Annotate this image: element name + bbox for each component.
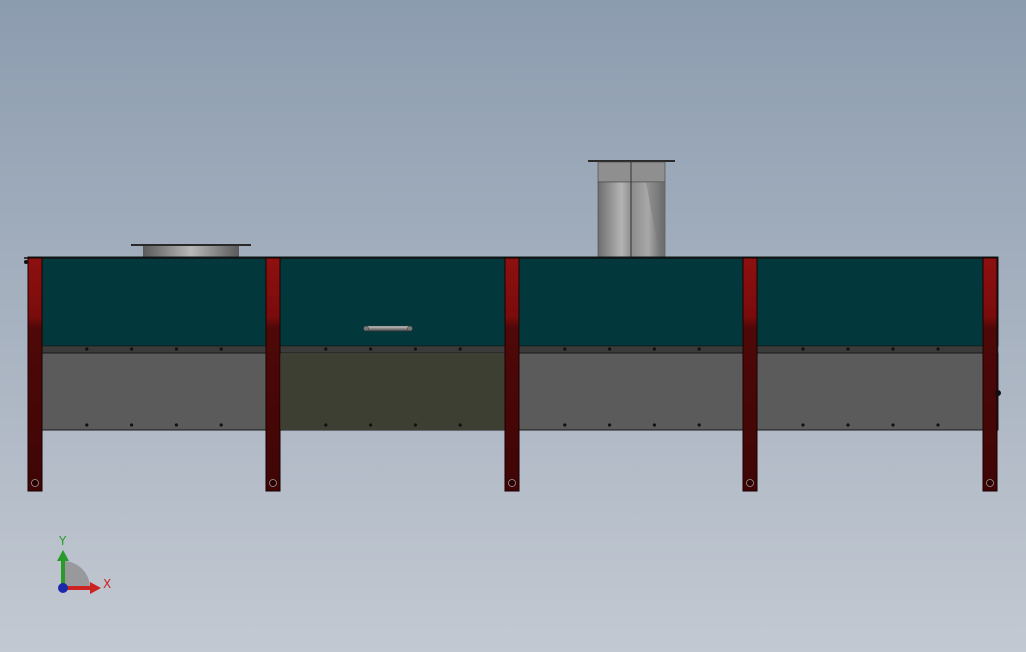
bolt [174,347,178,351]
x-axis-label: X [103,577,111,591]
support-post[interactable] [265,257,281,492]
bolt [85,423,89,427]
support-post[interactable] [982,257,998,492]
model-view[interactable]: Y X [0,0,1026,652]
bolt [130,347,134,351]
bolt [608,423,612,427]
bolt [652,347,657,351]
bolt [697,347,701,351]
bolt [801,347,805,351]
bolt [130,423,134,427]
graphics-viewport[interactable]: Y X [0,0,1026,652]
side-knob[interactable] [995,390,1001,396]
bolt [801,423,805,427]
leveling-foot [508,479,516,487]
bolt [891,423,895,427]
top-inlet-plate[interactable] [131,244,251,257]
support-post[interactable] [27,257,43,492]
bolt [219,423,223,427]
bolt [413,423,417,427]
bolt [369,347,373,351]
lower-panel-access-door[interactable] [281,353,505,430]
bolt [413,347,417,351]
bolt [652,423,657,427]
bolt [458,347,462,351]
support-post[interactable] [742,257,758,492]
bolt [563,347,567,351]
leveling-foot [31,479,39,487]
bolt [608,347,612,351]
support-post[interactable] [504,257,520,492]
bolt [324,347,328,351]
bolt [174,423,178,427]
leveling-foot [746,479,754,487]
bolt [219,347,223,351]
leveling-foot [269,479,277,487]
bolt [85,347,89,351]
leveling-foot [986,479,994,487]
bolt [846,347,850,351]
exhaust-duct[interactable] [588,160,675,258]
door-handle[interactable] [363,325,413,332]
bolt [936,423,940,427]
bolt [891,347,895,351]
y-axis-label: Y [58,534,67,548]
bolt [458,423,462,427]
bolt [697,423,701,427]
bolt [369,423,373,427]
bolt [324,423,328,427]
bolt [563,423,567,427]
triad-origin [58,583,68,593]
bolt [936,347,940,351]
bolt [846,423,850,427]
